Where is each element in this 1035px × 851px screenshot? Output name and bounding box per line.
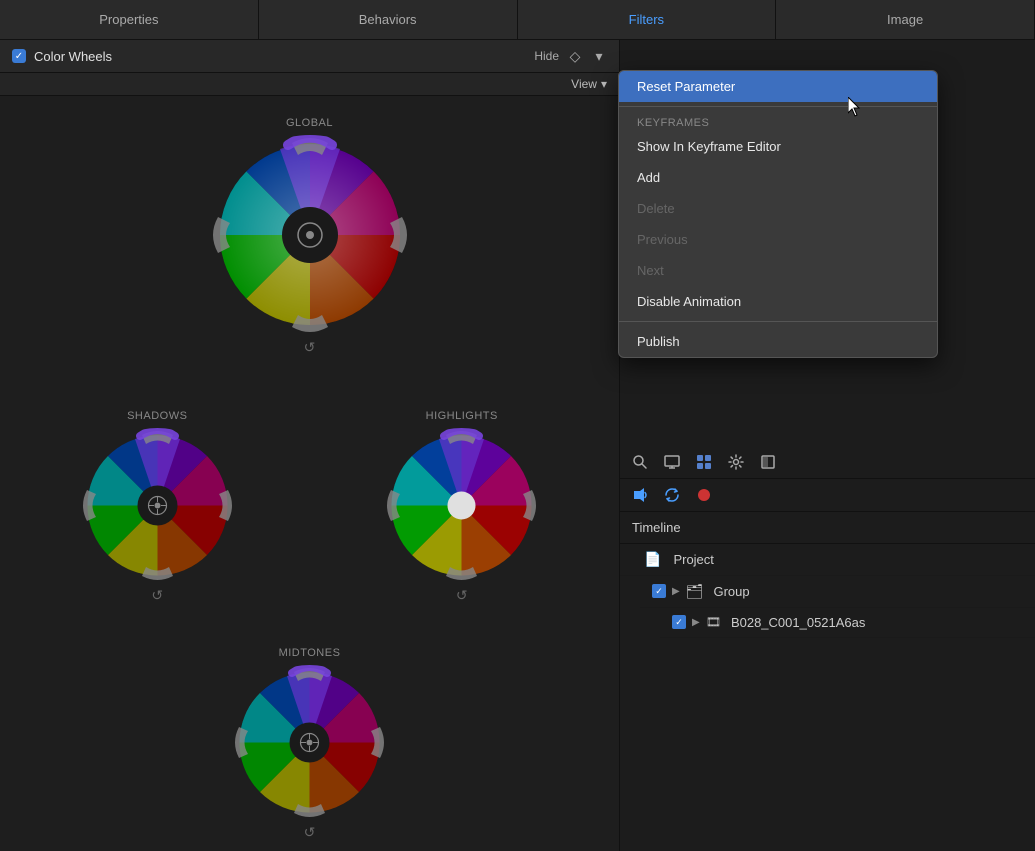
menu-item-disable-animation[interactable]: Disable Animation bbox=[619, 286, 937, 317]
view-label-text: View bbox=[571, 77, 597, 91]
shadows-wheel-container[interactable] bbox=[80, 428, 235, 583]
shadows-reset-icon[interactable]: ↺ bbox=[151, 587, 163, 604]
highlights-reset-icon[interactable]: ↺ bbox=[456, 587, 468, 604]
monitor-icon[interactable] bbox=[662, 452, 682, 472]
project-name: Project bbox=[673, 552, 713, 567]
menu-item-previous[interactable]: Previous bbox=[619, 224, 937, 255]
tab-properties[interactable]: Properties bbox=[0, 0, 259, 39]
top-tabs: Properties Behaviors Filters Image bbox=[0, 0, 1035, 40]
layers-icon[interactable] bbox=[758, 452, 778, 472]
menu-divider-2 bbox=[619, 321, 937, 322]
view-bar: View ▾ bbox=[0, 73, 619, 96]
global-wheel-container[interactable] bbox=[210, 135, 410, 335]
chevron-down-icon[interactable]: ▾ bbox=[591, 48, 607, 64]
global-reset-icon[interactable]: ↺ bbox=[304, 339, 316, 356]
context-menu: Reset Parameter KEYFRAMES Show In Keyfra… bbox=[618, 70, 938, 358]
midtones-wheel-container[interactable] bbox=[232, 665, 387, 820]
search-icon[interactable] bbox=[630, 452, 650, 472]
bottom-area: Timeline 📄 Project ▶ 🗂 Group ▶ bbox=[620, 446, 1035, 851]
group-item[interactable]: ▶ 🗂 Group bbox=[640, 576, 1035, 608]
grid-icon[interactable] bbox=[694, 452, 714, 472]
color-wheels-title: Color Wheels bbox=[34, 49, 526, 64]
highlights-wheel-container[interactable] bbox=[384, 428, 539, 583]
view-dropdown[interactable]: View ▾ bbox=[571, 77, 607, 91]
menu-item-reset-parameter[interactable]: Reset Parameter bbox=[619, 71, 937, 102]
global-wheel-svg[interactable] bbox=[210, 135, 410, 335]
group-arrow-icon: ▶ bbox=[672, 586, 680, 597]
menu-item-next[interactable]: Next bbox=[619, 255, 937, 286]
shadows-label: SHADOWS bbox=[127, 410, 187, 422]
menu-divider-1 bbox=[619, 106, 937, 107]
midtones-reset-icon[interactable]: ↺ bbox=[304, 824, 316, 841]
global-wheel: GLOBAL bbox=[10, 117, 609, 356]
clip-film-icon: 🎞 bbox=[706, 615, 721, 629]
project-doc-icon: 📄 bbox=[644, 551, 661, 568]
midtones-wheel-svg[interactable] bbox=[232, 665, 387, 820]
tab-filters[interactable]: Filters bbox=[518, 0, 777, 39]
keyframe-diamond-icon[interactable]: ◇ bbox=[567, 48, 583, 64]
project-item[interactable]: 📄 Project bbox=[620, 544, 1035, 576]
main-toolbar bbox=[620, 446, 1035, 479]
audio-icon[interactable] bbox=[630, 485, 650, 505]
clip-name: B028_C001_0521A6as bbox=[731, 615, 865, 630]
clip-item[interactable]: ▶ 🎞 B028_C001_0521A6as bbox=[660, 608, 1035, 638]
group-checkbox[interactable] bbox=[652, 584, 666, 598]
highlights-wheel-wrap: HIGHLIGHTS bbox=[315, 410, 610, 604]
menu-item-add[interactable]: Add bbox=[619, 162, 937, 193]
menu-item-publish[interactable]: Publish bbox=[619, 326, 937, 357]
shadows-wheel-wrap: SHADOWS bbox=[10, 410, 305, 604]
project-tree: 📄 Project ▶ 🗂 Group ▶ 🎞 B028_C001_0521A6… bbox=[620, 544, 1035, 851]
color-wheels-header: Color Wheels Hide ◇ ▾ bbox=[0, 40, 619, 73]
tab-behaviors[interactable]: Behaviors bbox=[259, 0, 518, 39]
group-name: Group bbox=[713, 584, 749, 599]
left-panel: Color Wheels Hide ◇ ▾ View ▾ GLOBAL bbox=[0, 40, 620, 851]
highlights-label: HIGHLIGHTS bbox=[426, 410, 498, 422]
menu-item-show-keyframe-editor[interactable]: Show In Keyframe Editor bbox=[619, 131, 937, 162]
midtones-wheel-wrap: MIDTONES bbox=[10, 647, 609, 841]
header-icons: ◇ ▾ bbox=[567, 48, 607, 64]
menu-section-keyframes: KEYFRAMES bbox=[619, 111, 937, 131]
clip-checkbox[interactable] bbox=[672, 615, 686, 629]
timeline-label: Timeline bbox=[620, 512, 1035, 544]
loop-icon[interactable] bbox=[662, 485, 682, 505]
view-chevron-icon: ▾ bbox=[601, 77, 607, 91]
wheels-grid: GLOBAL bbox=[0, 96, 619, 851]
settings-icon[interactable] bbox=[726, 452, 746, 472]
record-icon[interactable] bbox=[694, 485, 714, 505]
shadows-wheel-svg[interactable] bbox=[80, 428, 235, 583]
hide-button[interactable]: Hide bbox=[534, 49, 559, 63]
tab-image[interactable]: Image bbox=[776, 0, 1035, 39]
color-wheels-checkbox[interactable] bbox=[12, 49, 26, 63]
menu-item-delete[interactable]: Delete bbox=[619, 193, 937, 224]
clip-arrow-icon: ▶ bbox=[692, 617, 700, 628]
global-label: GLOBAL bbox=[286, 117, 333, 129]
highlights-wheel-svg[interactable] bbox=[384, 428, 539, 583]
media-toolbar bbox=[620, 479, 1035, 512]
midtones-label: MIDTONES bbox=[279, 647, 341, 659]
group-folder-icon: 🗂 bbox=[686, 583, 704, 600]
